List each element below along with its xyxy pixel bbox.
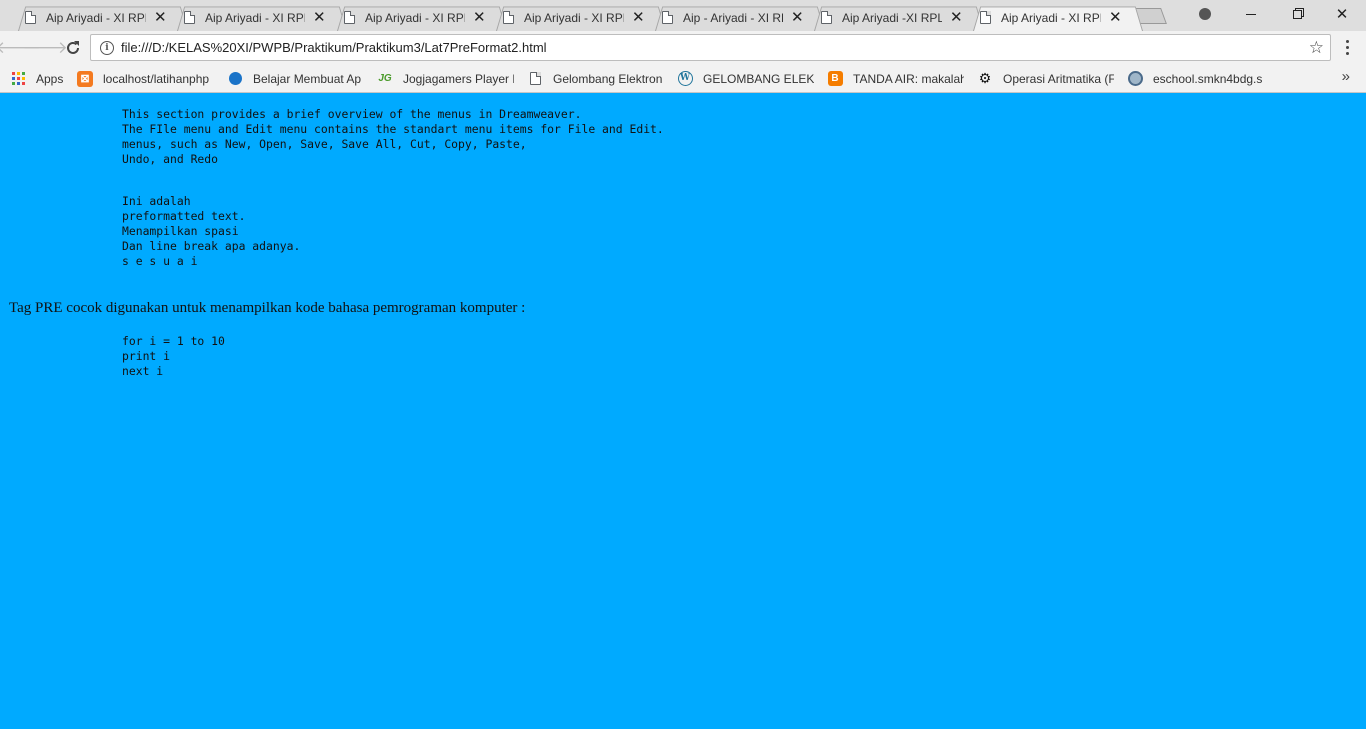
- tab-title: Aip Ariyadi - XI RPL: [1001, 10, 1101, 25]
- tab-title: Aip Ariyadi - XI RPL: [524, 10, 624, 25]
- tab-title: Aip Ariyadi - XI RPL: [205, 10, 305, 25]
- bookmark-item[interactable]: JG Jogjagamers Player F: [377, 70, 514, 87]
- page-icon: [527, 71, 543, 87]
- bookmark-item[interactable]: ⚙ Operasi Aritmatika (F: [977, 70, 1114, 87]
- address-bar[interactable]: i file:///D:/KELAS%20XI/PWPB/Praktikum/P…: [90, 34, 1331, 61]
- close-icon[interactable]: ✕: [473, 10, 486, 25]
- bookmark-item[interactable]: B TANDA AIR: makalah: [827, 70, 964, 87]
- page-icon: [184, 11, 195, 24]
- page-icon: [980, 11, 991, 24]
- reload-icon: [67, 41, 79, 54]
- paragraph-pre-tag: Tag PRE cocok digunakan untuk menampilka…: [9, 300, 526, 316]
- close-icon[interactable]: ✕: [791, 10, 804, 25]
- page-icon: [25, 11, 36, 24]
- tab-title: Aip - Ariyadi - XI RPL: [683, 10, 783, 25]
- gears-icon: ⚙: [978, 70, 992, 86]
- forward-button[interactable]: 🡒: [22, 36, 68, 60]
- bookmark-label: TANDA AIR: makalah: [853, 71, 964, 86]
- jg-icon: JG: [378, 73, 392, 84]
- toolbar: 🡐 🡒 i file:///D:/KELAS%20XI/PWPB/Praktik…: [0, 31, 1366, 64]
- close-icon[interactable]: ✕: [1109, 10, 1122, 25]
- page-content: This section provides a brief overview o…: [0, 93, 1366, 729]
- restore-button[interactable]: [1282, 4, 1312, 24]
- xampp-icon: ⊠: [77, 70, 93, 87]
- tab-content: Aip - Ariyadi - XI RPL ✕: [662, 4, 822, 31]
- minimize-icon: [1246, 13, 1256, 15]
- close-icon[interactable]: ✕: [313, 10, 326, 25]
- bookmark-apps[interactable]: Apps: [10, 70, 70, 87]
- bookmarks-bar: Apps ⊠ localhost/latihanphp Belajar Memb…: [0, 64, 1366, 93]
- chevron-right-icon[interactable]: »: [1342, 68, 1350, 85]
- restore-icon: [1292, 9, 1302, 19]
- tab-strip: Aip Ariyadi - XI RPL ✕ Aip Ariyadi - XI …: [0, 0, 1366, 32]
- page-icon: [344, 11, 355, 24]
- tab-title: Aip Ariyadi - XI RPL: [365, 10, 465, 25]
- tab-content: Aip Ariyadi - XI RPL ✕: [980, 4, 1140, 31]
- minimize-button[interactable]: [1236, 4, 1266, 24]
- bookmark-item[interactable]: eschool.smkn4bdg.s: [1127, 70, 1264, 87]
- page-icon: [662, 11, 673, 24]
- url-text[interactable]: file:///D:/KELAS%20XI/PWPB/Praktikum/Pra…: [121, 40, 547, 55]
- tab-content: Aip Ariyadi - XI RPL ✕: [344, 4, 504, 31]
- page-icon: [821, 11, 832, 24]
- blue-drop-icon: [227, 71, 243, 87]
- bookmark-label: Apps: [36, 71, 64, 86]
- bookmark-item[interactable]: W GELOMBANG ELEKTR: [677, 70, 814, 87]
- bookmark-label: Gelombang Elektron: [553, 71, 663, 86]
- close-window-button[interactable]: ✕: [1327, 4, 1357, 24]
- close-icon[interactable]: ✕: [632, 10, 645, 25]
- info-icon[interactable]: i: [100, 40, 114, 55]
- page-icon: [503, 11, 514, 24]
- browser-menu-button[interactable]: [1339, 36, 1355, 58]
- bookmark-item[interactable]: Belajar Membuat Ap: [227, 70, 364, 87]
- blogger-icon: B: [827, 71, 843, 87]
- user-icon: [1199, 8, 1211, 20]
- code-sample: for i = 1 to 10 print i next i: [122, 334, 225, 378]
- tab-content: Aip Ariyadi - XI RPL ✕: [503, 4, 663, 31]
- profile-button[interactable]: [1190, 4, 1220, 24]
- tab-title: Aip Ariyadi - XI RPL: [46, 10, 146, 25]
- bookmark-item[interactable]: ⊠ localhost/latihanphp: [77, 70, 214, 87]
- preformatted-overview: This section provides a brief overview o…: [122, 107, 664, 166]
- reload-button[interactable]: [61, 36, 85, 60]
- bookmark-label: GELOMBANG ELEKTR: [703, 71, 814, 86]
- tab-content: Aip Ariyadi -XI RPL ✕: [821, 4, 981, 31]
- bookmark-label: Operasi Aritmatika (F: [1003, 71, 1114, 86]
- close-icon[interactable]: ✕: [154, 10, 167, 25]
- tab-title: Aip Ariyadi -XI RPL: [842, 10, 942, 25]
- tab-content: Aip Ariyadi - XI RPL ✕: [184, 4, 344, 31]
- close-icon[interactable]: ✕: [950, 10, 963, 25]
- bookmark-label: eschool.smkn4bdg.s: [1153, 71, 1263, 86]
- bookmark-label: Jogjagamers Player F: [403, 71, 514, 86]
- star-icon[interactable]: ☆: [1309, 38, 1324, 58]
- preformatted-text: Ini adalah preformatted text. Menampilka…: [122, 194, 301, 268]
- wordpress-icon: W: [677, 71, 693, 87]
- bookmark-label: localhost/latihanphp: [103, 71, 210, 86]
- bookmark-label: Belajar Membuat Ap: [253, 71, 362, 86]
- tab-content: Aip Ariyadi - XI RPL ✕: [25, 4, 185, 31]
- close-icon: ✕: [1335, 6, 1349, 23]
- bookmark-item[interactable]: Gelombang Elektron: [527, 70, 664, 87]
- apps-grid-icon: [10, 71, 26, 87]
- school-icon: [1127, 71, 1143, 87]
